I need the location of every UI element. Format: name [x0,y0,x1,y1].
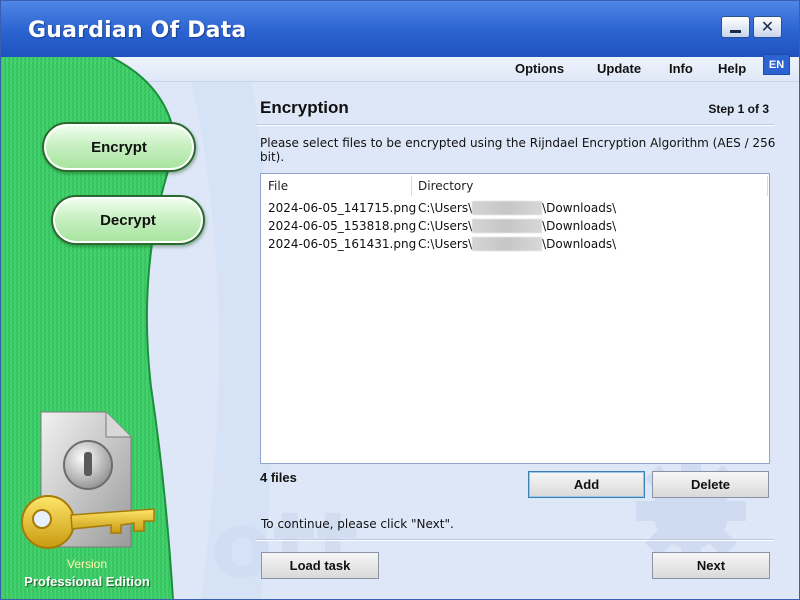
table-row[interactable]: 2024-06-05_161431.png C:\Users\ \Downloa… [261,235,769,253]
minimize-button[interactable] [721,16,750,38]
edition-label: Professional Edition [24,574,150,589]
file-name-cell: 2024-06-05_141715.png [268,201,417,215]
column-separator[interactable] [767,176,768,196]
redacted-username [472,219,543,233]
app-window: ott Guardian Of Data ✕ Options Update In… [0,0,800,600]
minimize-icon [730,29,741,33]
directory-prefix: C:\Users\ [418,201,473,215]
load-task-button[interactable]: Load task [261,552,379,579]
step-indicator: Step 1 of 3 [708,102,769,116]
table-row[interactable]: 2024-06-05_141715.png C:\Users\ \Downloa… [261,199,769,217]
add-button[interactable]: Add [528,471,645,498]
directory-cell: C:\Users\ \Downloads\ [418,235,616,253]
redacted-username [472,237,543,251]
lock-key-icon [21,411,155,549]
table-row[interactable]: 2024-06-05_153818.png C:\Users\ \Downloa… [261,217,769,235]
file-count: 4 files [260,470,297,485]
list-header: File Directory [261,174,769,196]
file-name-cell: 2024-06-05_161431.png [268,237,417,251]
decrypt-nav-button[interactable]: Decrypt [51,195,205,245]
menu-info[interactable]: Info [669,57,693,81]
title-bar[interactable]: Guardian Of Data ✕ [1,1,799,57]
directory-cell: C:\Users\ \Downloads\ [418,217,616,235]
file-name-cell: 2024-06-05_153818.png [268,219,417,233]
menu-options[interactable]: Options [515,57,564,81]
instruction-text: Please select files to be encrypted usin… [260,136,776,164]
continue-hint: To continue, please click "Next". [261,517,454,531]
close-button[interactable]: ✕ [753,16,782,38]
divider-bottom [256,539,774,541]
directory-prefix: C:\Users\ [418,237,473,251]
menu-help[interactable]: Help [718,57,746,81]
version-label: Version [66,557,108,571]
file-list[interactable]: File Directory 2024-06-05_141715.png C:\… [260,173,770,464]
page-title: Encryption [260,98,349,117]
column-header-directory[interactable]: Directory [418,174,758,196]
redacted-username [472,201,543,215]
directory-suffix: \Downloads\ [542,201,617,215]
language-button[interactable]: EN [763,54,790,75]
directory-suffix: \Downloads\ [542,237,617,251]
delete-button[interactable]: Delete [652,471,769,498]
column-separator[interactable] [411,176,412,196]
directory-cell: C:\Users\ \Downloads\ [418,199,616,217]
directory-prefix: C:\Users\ [418,219,473,233]
menu-update[interactable]: Update [597,57,641,81]
encrypt-nav-button[interactable]: Encrypt [42,122,196,172]
directory-suffix: \Downloads\ [542,219,617,233]
divider-top [256,124,774,126]
column-header-file[interactable]: File [268,174,410,196]
next-button[interactable]: Next [652,552,770,579]
close-icon: ✕ [760,16,775,36]
app-title: Guardian Of Data [28,18,247,43]
